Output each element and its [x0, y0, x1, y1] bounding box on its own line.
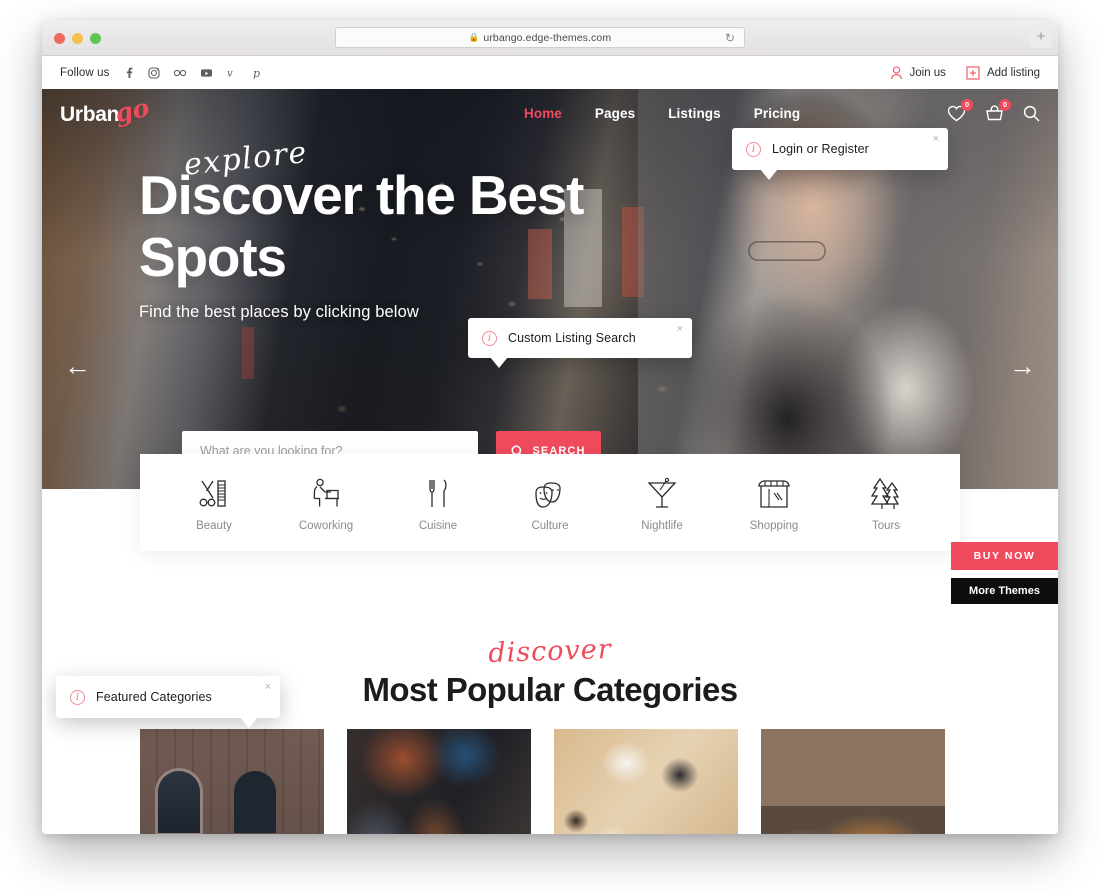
hero-copy: explore Discover the Best Spots Find the… — [139, 127, 584, 322]
category-label: Nightlife — [641, 520, 683, 532]
category-beauty[interactable]: Beauty — [162, 473, 266, 532]
search-icon[interactable] — [1023, 105, 1040, 122]
site-logo[interactable]: Urban go — [60, 93, 152, 128]
follow-us-label: Follow us — [60, 66, 110, 79]
more-themes-button[interactable]: More Themes — [951, 578, 1058, 604]
category-cards: Private Parties Live Music Cuisine Cowor… — [140, 729, 960, 834]
maximize-window-button[interactable] — [90, 33, 101, 44]
tooltip-tail — [240, 717, 258, 728]
tooltip-text: Login or Register — [772, 142, 869, 156]
url-text: urbango.edge-themes.com — [483, 31, 612, 44]
plus-box-icon — [966, 65, 980, 80]
side-buttons: BUY NOW More Themes — [951, 542, 1058, 604]
category-label: Beauty — [196, 520, 232, 532]
vimeo-icon[interactable]: v — [226, 67, 238, 79]
join-us-link[interactable]: Join us — [890, 65, 946, 80]
category-label: Shopping — [749, 520, 799, 532]
info-icon: i — [70, 689, 85, 705]
theatre-masks-icon — [532, 473, 568, 511]
pine-trees-icon — [868, 473, 904, 511]
nav-item-home[interactable]: Home — [524, 106, 562, 121]
category-coworking[interactable]: Coworking — [274, 473, 378, 532]
lock-icon: 🔒 — [468, 31, 480, 42]
tooltip-tail — [760, 169, 778, 180]
tooltip-tail — [490, 357, 508, 368]
hero-title-line2: Spots — [139, 226, 287, 288]
hero-title: Discover the Best Spots — [139, 164, 584, 288]
flickr-icon[interactable] — [173, 67, 187, 79]
facebook-icon[interactable] — [123, 67, 135, 79]
tooltip-custom-listing-search[interactable]: i Custom Listing Search × — [468, 318, 692, 368]
category-nightlife[interactable]: Nightlife — [610, 473, 714, 532]
logo-text: Urban — [60, 103, 120, 126]
add-listing-label: Add listing — [986, 66, 1040, 79]
reload-icon[interactable]: ↻ — [725, 32, 735, 45]
tooltip-text: Custom Listing Search — [508, 331, 636, 345]
info-icon: i — [746, 141, 761, 157]
buy-now-button[interactable]: BUY NOW — [951, 542, 1058, 570]
close-icon[interactable]: × — [265, 682, 271, 693]
address-bar[interactable]: 🔒 urbango.edge-themes.com ↻ — [335, 27, 745, 48]
nav-item-listings[interactable]: Listings — [668, 106, 721, 121]
category-shopping[interactable]: Shopping — [722, 473, 826, 532]
join-us-label: Join us — [909, 66, 946, 79]
category-tours[interactable]: Tours — [834, 473, 938, 532]
minimize-window-button[interactable] — [72, 33, 83, 44]
browser-window: 🔒 urbango.edge-themes.com ↻ + Follow us — [42, 20, 1058, 834]
wishlist-icon[interactable]: 0 — [947, 99, 973, 122]
social-links[interactable]: v p — [123, 67, 263, 79]
card-image — [347, 729, 531, 834]
cocktail-glass-icon — [645, 473, 679, 511]
category-label: Tours — [871, 520, 901, 532]
page-viewport: Follow us v p Join us Add listing Urban … — [42, 56, 1058, 834]
pinterest-icon[interactable]: p — [251, 67, 263, 79]
scissors-comb-icon — [197, 473, 231, 511]
nav-item-pages[interactable]: Pages — [595, 106, 635, 121]
cart-icon[interactable]: 0 — [985, 99, 1011, 122]
svg-text:v: v — [227, 68, 233, 79]
category-cuisine[interactable]: Cuisine — [386, 473, 490, 532]
add-listing-link[interactable]: Add listing — [966, 65, 1040, 80]
slider-prev-arrow[interactable]: ← — [64, 353, 91, 380]
tooltip-featured-categories[interactable]: i Featured Categories × — [56, 676, 280, 728]
close-icon[interactable]: × — [933, 134, 939, 145]
category-culture[interactable]: Culture — [498, 473, 602, 532]
cart-count-badge: 0 — [999, 99, 1011, 111]
user-icon — [890, 65, 903, 80]
nav-links: Home Pages Listings Pricing — [524, 106, 800, 121]
slider-next-arrow[interactable]: → — [1009, 353, 1036, 380]
nav-icons: 0 0 — [947, 99, 1040, 122]
storefront-icon — [756, 473, 792, 511]
close-window-button[interactable] — [54, 33, 65, 44]
youtube-icon[interactable] — [200, 67, 213, 79]
instagram-icon[interactable] — [148, 66, 161, 79]
top-utility-bar: Follow us v p Join us Add listing — [42, 56, 1058, 89]
category-strip: Beauty Coworking Cuisine Culture Nightli… — [140, 454, 960, 551]
wishlist-count-badge: 0 — [961, 99, 973, 111]
new-tab-button[interactable]: + — [1030, 27, 1052, 48]
category-label: Coworking — [298, 520, 354, 532]
tooltip-text: Featured Categories — [96, 690, 212, 704]
card-image — [554, 729, 738, 834]
person-at-desk-icon — [309, 473, 343, 511]
category-label: Cuisine — [418, 520, 458, 532]
close-icon[interactable]: × — [677, 324, 683, 335]
card-image — [140, 729, 324, 834]
list-item[interactable]: Cuisine — [554, 729, 738, 834]
list-item[interactable]: Coworking — [761, 729, 945, 834]
browser-titlebar: 🔒 urbango.edge-themes.com ↻ + — [42, 20, 1058, 56]
tooltip-login-or-register[interactable]: i Login or Register × — [732, 128, 948, 180]
category-label: Culture — [531, 520, 569, 532]
window-controls[interactable] — [54, 33, 101, 44]
card-image — [761, 729, 945, 834]
list-item[interactable]: Private Parties — [140, 729, 324, 834]
info-icon: i — [482, 330, 497, 346]
logo-script-text: go — [112, 92, 152, 129]
svg-text:p: p — [253, 67, 260, 79]
fork-knife-icon — [421, 473, 455, 511]
list-item[interactable]: Live Music — [347, 729, 531, 834]
nav-item-pricing[interactable]: Pricing — [754, 106, 800, 121]
